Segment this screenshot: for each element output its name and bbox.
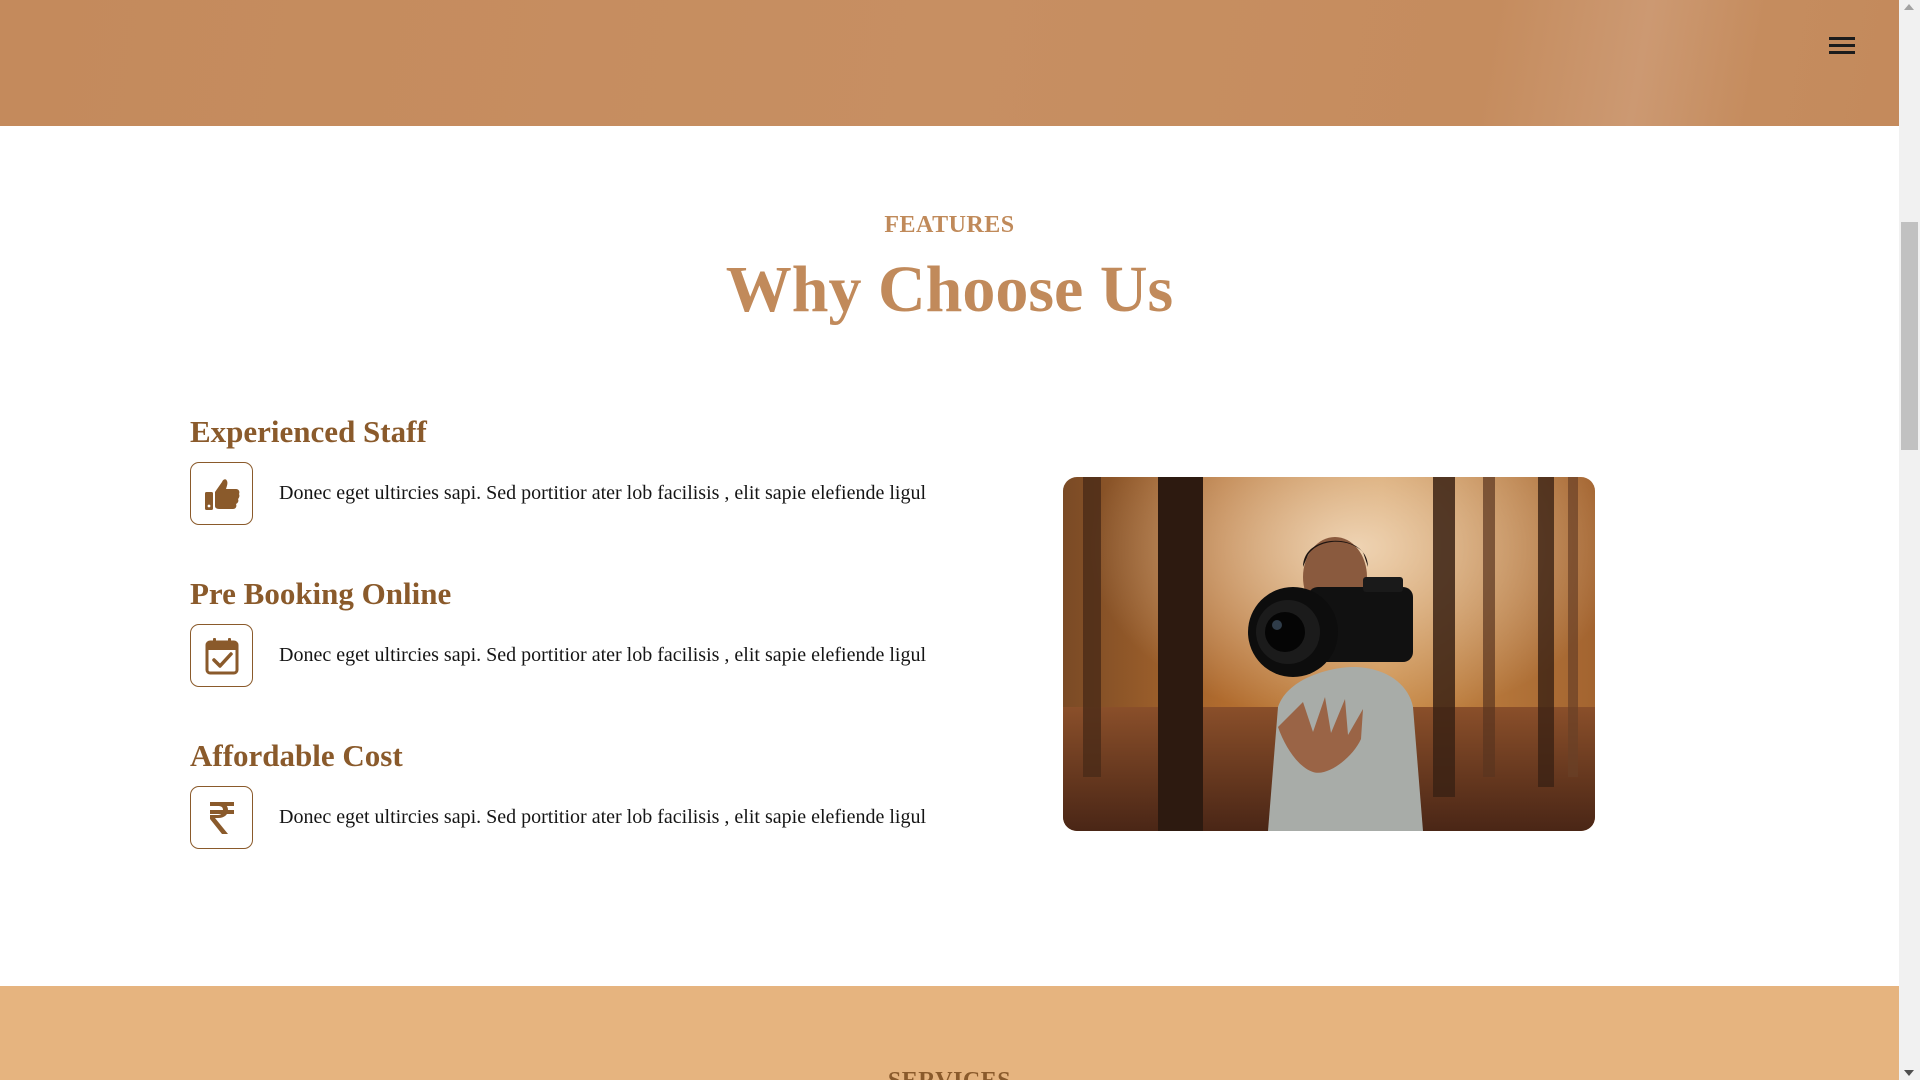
feature-description: Donec eget ultircies sapi. Sed portitior…: [279, 644, 927, 666]
feature-item: Pre Booking Online Donec eget ultircies …: [190, 576, 970, 687]
hamburger-menu-icon[interactable]: [1827, 37, 1857, 59]
feature-description: Donec eget ultircies sapi. Sed portitior…: [279, 482, 927, 504]
scrollbar-thumb[interactable]: [1901, 222, 1918, 450]
scroll-up-arrow-icon[interactable]: [1904, 4, 1914, 10]
services-section: [0, 986, 1899, 1080]
feature-title: Affordable Cost: [190, 738, 403, 773]
calendar-check-icon: [190, 624, 253, 687]
feature-item: Affordable Cost Donec eget ultircies sap…: [190, 738, 970, 849]
rupee-icon: [190, 786, 253, 849]
feature-description: Donec eget ultircies sapi. Sed portitior…: [279, 806, 927, 828]
thumbs-up-icon: [190, 462, 253, 525]
menu-line: [1829, 44, 1855, 47]
scroll-down-arrow-icon[interactable]: [1904, 1070, 1914, 1076]
menu-line: [1829, 37, 1855, 40]
feature-row: Donec eget ultircies sapi. Sed portitior…: [190, 624, 970, 687]
section-eyebrow: FEATURES: [884, 212, 1015, 238]
hero-banner: [0, 0, 1899, 126]
services-eyebrow: SERVICES: [0, 1068, 1899, 1080]
feature-title: Experienced Staff: [190, 414, 427, 449]
page: FEATURES Why Choose Us Experienced Staff…: [0, 0, 1920, 1080]
feature-row: Donec eget ultircies sapi. Sed portitior…: [190, 462, 970, 525]
photographer-camera-forest-photo: [1063, 477, 1595, 831]
menu-line: [1829, 51, 1855, 54]
section-title: Why Choose Us: [725, 253, 1174, 326]
feature-item: Experienced Staff Donec eget ultircies s…: [190, 414, 970, 525]
feature-title: Pre Booking Online: [190, 576, 452, 611]
vertical-scrollbar[interactable]: [1899, 0, 1920, 1080]
feature-row: Donec eget ultircies sapi. Sed portitior…: [190, 786, 970, 849]
